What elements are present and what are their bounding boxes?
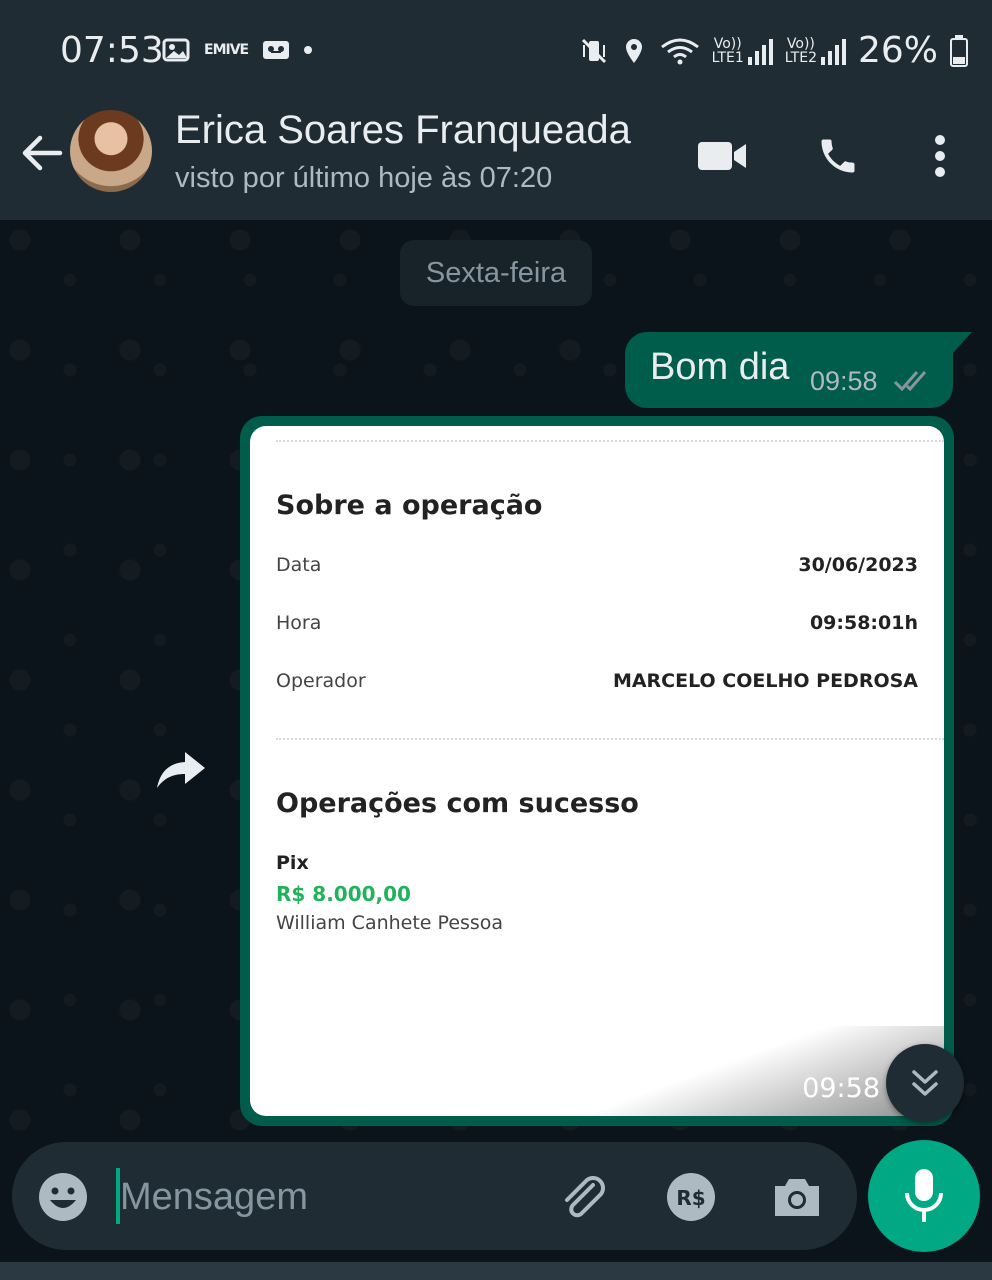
status-left-icons: EMIVE <box>162 36 313 64</box>
double-chevron-down-icon <box>912 1070 938 1096</box>
status-time: 07:53 <box>60 30 164 71</box>
emive-icon: EMIVE <box>204 42 249 58</box>
divider <box>276 738 944 740</box>
receipt-value-operator: MARCELO COELHO PEDROSA <box>612 670 918 692</box>
voicemail-icon <box>263 41 290 59</box>
location-icon <box>625 38 642 63</box>
forward-icon[interactable] <box>155 750 207 790</box>
message-text: Bom dia <box>650 346 790 388</box>
lte1-indicator: Vo)) LTE1 <box>712 37 773 65</box>
bubble-tail <box>952 332 972 354</box>
receipt-recipient: William Canhete Pessoa <box>276 912 504 934</box>
payment-button[interactable]: R$ <box>664 1170 718 1224</box>
receipt-amount: R$ 8.000,00 <box>276 882 411 906</box>
receipt-image[interactable]: Sobre a operação Data 30/06/2023 Hora 09… <box>250 426 944 1116</box>
attach-button[interactable] <box>556 1170 610 1224</box>
svg-text:R$: R$ <box>676 1186 705 1210</box>
status-bar: 07:53 EMIVE Vo)) LTE1 Vo)) LTE2 26% <box>0 0 992 100</box>
wifi-icon <box>660 38 699 64</box>
notification-dot-icon <box>304 46 313 54</box>
divider <box>276 440 944 442</box>
scroll-to-bottom-button[interactable] <box>886 1044 964 1122</box>
vibrate-mute-icon <box>581 38 606 63</box>
message-composer: R$ <box>12 1142 857 1250</box>
receipt-operation-type: Pix <box>276 852 309 874</box>
receipt-label-operator: Operador <box>276 670 366 692</box>
contact-last-seen: visto por último hoje às 07:20 <box>175 162 553 194</box>
voice-record-button[interactable] <box>868 1140 980 1252</box>
paperclip-icon <box>565 1176 605 1218</box>
receipt-section-title: Sobre a operação <box>276 490 543 521</box>
signal-bars-icon <box>747 38 773 65</box>
battery-icon <box>950 34 968 67</box>
battery-level: 26% <box>857 30 938 71</box>
more-options-button[interactable] <box>912 128 968 184</box>
lte2-indicator: Vo)) LTE2 <box>785 37 846 65</box>
receipt-value-time: 09:58:01h <box>809 612 918 634</box>
message-time: 09:58 <box>810 366 878 396</box>
signal-bars-icon <box>820 38 846 65</box>
microphone-icon <box>905 1169 943 1222</box>
voice-call-button[interactable] <box>810 128 866 184</box>
payment-rs-icon: R$ <box>667 1173 715 1221</box>
video-call-button[interactable] <box>694 128 750 184</box>
more-vert-icon <box>935 135 945 177</box>
chat-header: Erica Soares Franqueada visto por último… <box>0 100 992 220</box>
message-input[interactable] <box>118 1164 542 1230</box>
read-receipt-icon <box>893 371 927 392</box>
outgoing-message-bubble[interactable]: Bom dia 09:58 <box>625 332 953 408</box>
status-right-icons: Vo)) LTE1 Vo)) LTE2 26% <box>580 30 968 71</box>
date-separator: Sexta-feira <box>400 240 592 306</box>
camera-button[interactable] <box>770 1170 824 1224</box>
camera-icon <box>775 1179 819 1216</box>
message-time: 09:58 <box>802 1073 880 1104</box>
chat-area[interactable]: Sexta-feira Bom dia 09:58 Sobre a operaç… <box>0 220 992 1142</box>
system-navigation-bar <box>0 1262 992 1280</box>
gallery-icon <box>162 38 190 62</box>
image-message-bubble[interactable]: Sobre a operação Data 30/06/2023 Hora 09… <box>240 416 954 1126</box>
receipt-label-time: Hora <box>276 612 322 634</box>
avatar[interactable] <box>70 110 152 192</box>
contact-name[interactable]: Erica Soares Franqueada <box>175 108 631 153</box>
back-arrow-icon[interactable] <box>18 130 64 176</box>
receipt-section-title: Operações com sucesso <box>276 788 639 819</box>
phone-icon <box>821 139 855 173</box>
video-call-icon <box>698 142 746 170</box>
receipt-value-date: 30/06/2023 <box>798 554 918 576</box>
emoji-icon[interactable] <box>38 1172 88 1222</box>
receipt-label-date: Data <box>276 554 322 576</box>
